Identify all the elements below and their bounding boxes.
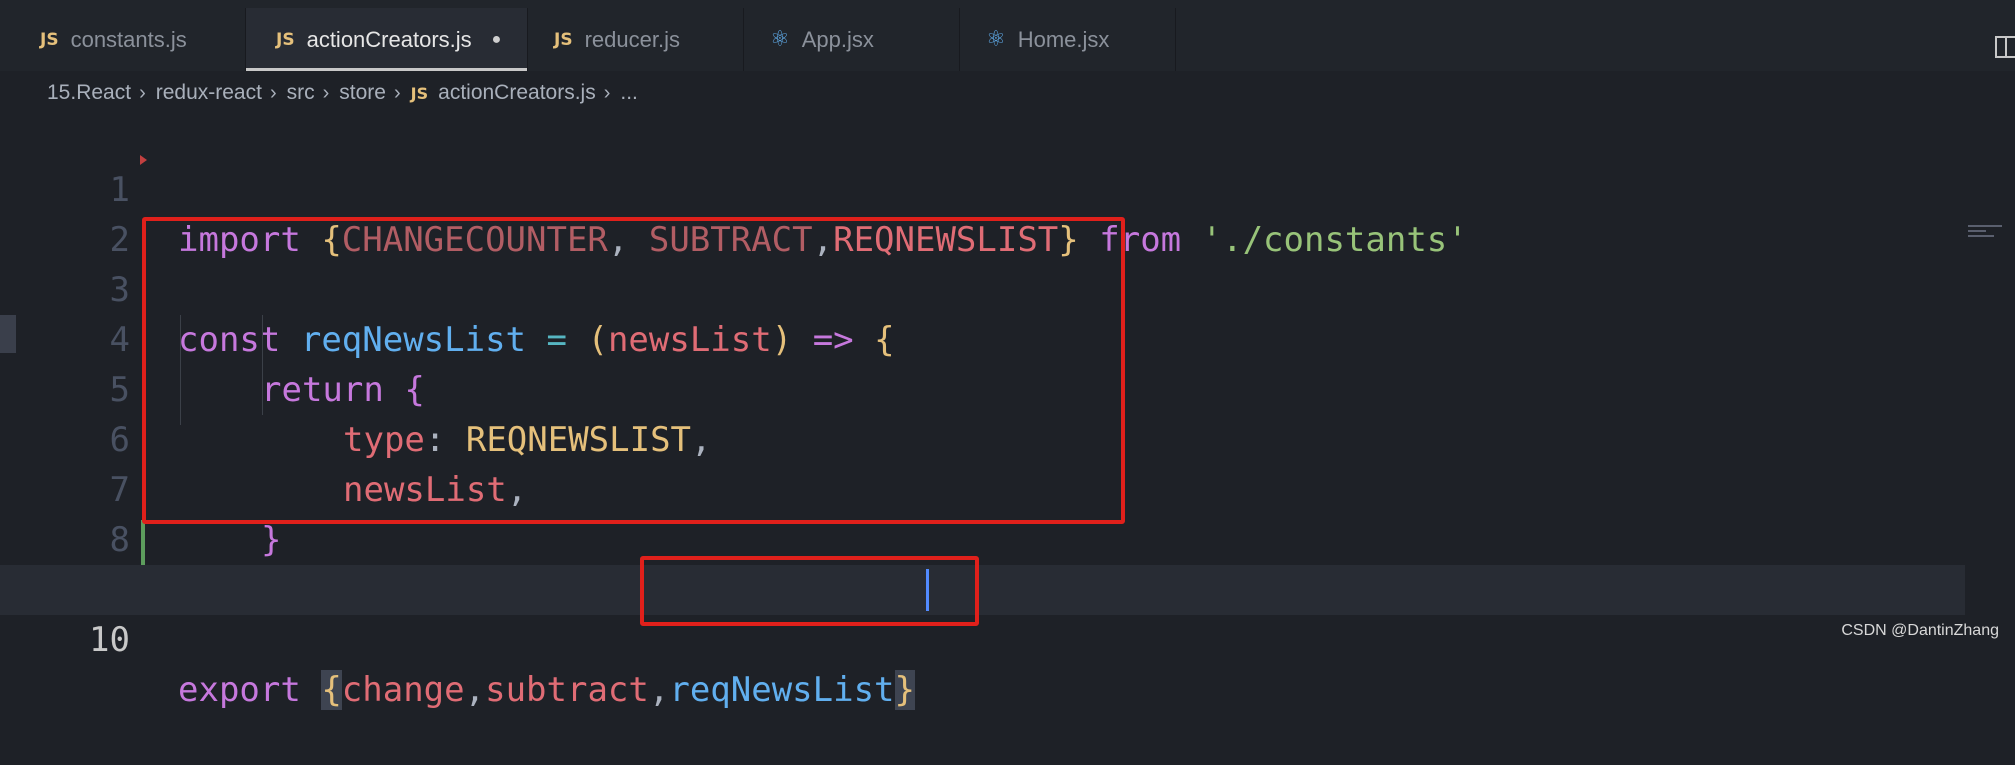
window-top-strip xyxy=(0,0,2015,8)
tab-label: App.jsx xyxy=(801,26,874,52)
unsaved-dot-icon[interactable]: ● xyxy=(492,31,502,49)
code-text: export {change,subtract,reqNewsList} xyxy=(178,670,916,710)
code-line-2: 2 xyxy=(0,165,1965,260)
react-icon: ⚛ xyxy=(770,27,790,52)
watermark: CSDN @DantinZhang xyxy=(1841,622,1999,639)
chevron-right-icon: › xyxy=(269,81,277,104)
chevron-right-icon: › xyxy=(139,81,146,104)
code-line-10: 10 export {change,subtract,reqNewsList} xyxy=(0,565,1965,710)
tab-actioncreators-js[interactable]: JS actionCreators.js ● xyxy=(246,8,528,71)
javascript-file-icon: JS xyxy=(554,29,573,50)
tab-home-jsx[interactable]: ⚛ Home.jsx xyxy=(960,8,1176,71)
code-editor[interactable]: 1 import {CHANGECOUNTER, SUBTRACT,REQNEW… xyxy=(0,115,2015,710)
javascript-file-icon: JS xyxy=(410,83,429,103)
breadcrumb-file[interactable]: actionCreators.js xyxy=(438,81,596,105)
tab-app-jsx[interactable]: ⚛ App.jsx xyxy=(744,8,960,71)
breadcrumb-symbols[interactable]: ... xyxy=(620,81,638,105)
chevron-right-icon: › xyxy=(603,81,611,104)
split-editor-icon[interactable] xyxy=(1995,36,2015,58)
chevron-right-icon: › xyxy=(393,81,401,104)
tab-label: constants.js xyxy=(70,26,187,52)
annotation-box-function xyxy=(142,217,1125,524)
minimap[interactable] xyxy=(1968,225,2008,255)
breadcrumb-item[interactable]: src xyxy=(287,81,315,105)
javascript-file-icon: JS xyxy=(276,29,295,50)
tab-label: reducer.js xyxy=(584,26,680,52)
chevron-right-icon: › xyxy=(322,81,330,104)
javascript-file-icon: JS xyxy=(40,29,59,50)
react-icon: ⚛ xyxy=(986,27,1006,52)
line-number: 10 xyxy=(89,620,130,660)
annotation-box-export xyxy=(640,556,979,626)
tab-label: Home.jsx xyxy=(1017,26,1110,52)
breadcrumb-item[interactable]: redux-react xyxy=(156,81,262,105)
tab-constants-js[interactable]: JS constants.js xyxy=(0,8,246,71)
breadcrumb-item[interactable]: 15.React xyxy=(47,81,131,105)
tab-label: actionCreators.js xyxy=(306,26,472,52)
editor-tab-bar: JS constants.js JS actionCreators.js ● J… xyxy=(0,8,2015,71)
breadcrumb-item[interactable]: store xyxy=(339,81,386,105)
code-line-1: 1 import {CHANGECOUNTER, SUBTRACT,REQNEW… xyxy=(0,115,1965,260)
breadcrumb: 15.React › redux-react › src › store › J… xyxy=(0,71,2015,115)
tab-reducer-js[interactable]: JS reducer.js xyxy=(528,8,744,71)
